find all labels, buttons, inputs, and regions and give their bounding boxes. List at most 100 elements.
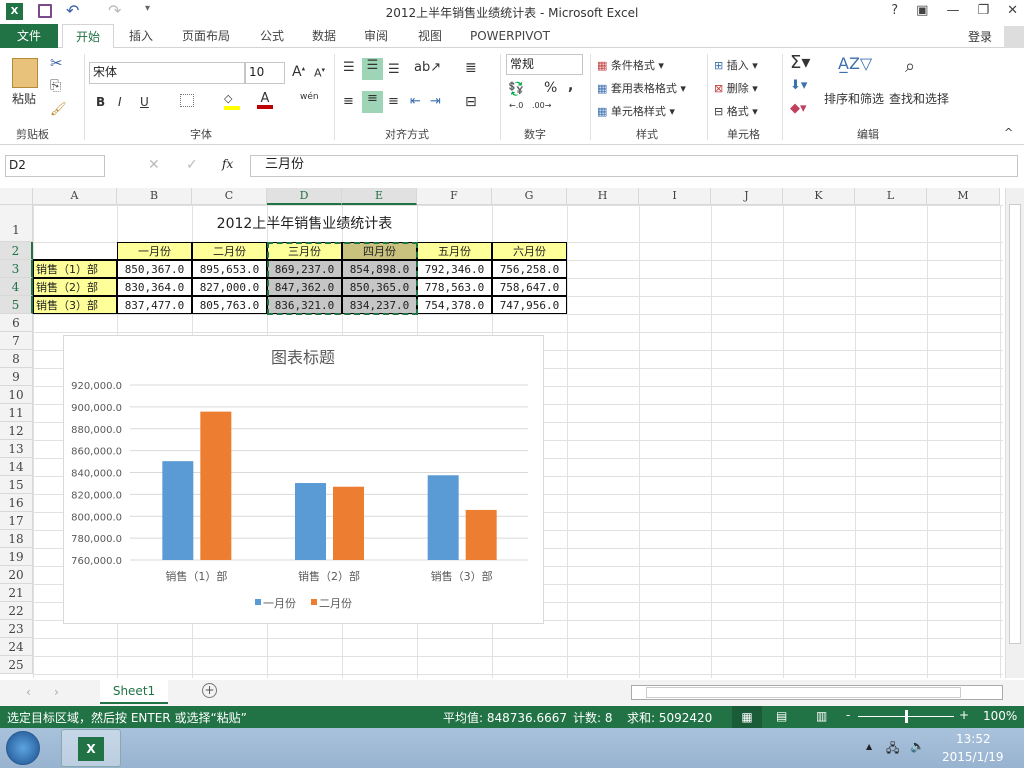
row-header-5[interactable]: 5	[0, 296, 33, 314]
row-header-6[interactable]: 6	[0, 314, 33, 332]
table-cell[interactable]: 778,563.0	[417, 278, 492, 296]
align-left-icon[interactable]: ≡	[343, 94, 354, 109]
cut-icon[interactable]: ✂	[50, 54, 63, 72]
bold-button[interactable]: B	[96, 95, 105, 109]
row-header-25[interactable]: 25	[0, 656, 33, 674]
table-cell[interactable]: 754,378.0	[417, 296, 492, 314]
empty-header-cell[interactable]	[33, 242, 117, 260]
column-header-I[interactable]: I	[639, 188, 711, 205]
row-header-11[interactable]: 11	[0, 404, 33, 422]
column-header-G[interactable]: G	[492, 188, 567, 205]
row-header-1[interactable]: 1	[0, 205, 33, 242]
tray-expand-icon[interactable]: ▲	[866, 742, 872, 751]
tab-home[interactable]: 开始	[62, 24, 114, 49]
minimize-button[interactable]: —	[946, 3, 959, 18]
row-header-16[interactable]: 16	[0, 494, 33, 512]
table-cell[interactable]: 837,477.0	[117, 296, 192, 314]
table-cell[interactable]: 895,653.0	[192, 260, 267, 278]
table-cell[interactable]: 850,367.0	[117, 260, 192, 278]
select-all-corner[interactable]	[0, 188, 33, 205]
collapse-ribbon-icon[interactable]: ^	[1004, 126, 1013, 139]
network-icon[interactable]: 🖧	[886, 739, 899, 760]
underline-button[interactable]: U	[140, 95, 149, 109]
align-top-icon[interactable]: ☰	[343, 60, 355, 75]
column-label-cell[interactable]: 五月份	[417, 242, 492, 260]
row-header-18[interactable]: 18	[0, 530, 33, 548]
formula-input[interactable]: 三月份	[250, 155, 1018, 177]
font-name-select[interactable]: 宋体	[89, 62, 245, 84]
column-header-L[interactable]: L	[855, 188, 927, 205]
copy-icon[interactable]: ⎘	[50, 78, 61, 94]
align-center-icon[interactable]: ≡	[362, 91, 383, 113]
paste-icon[interactable]	[12, 58, 38, 88]
tab-tab-2[interactable]: 插入	[116, 24, 166, 48]
format-as-table-button[interactable]: ▦ 套用表格格式 ▾	[597, 80, 686, 96]
accounting-format-icon[interactable]: 💱	[508, 82, 524, 97]
sheet-tab-sheet1[interactable]: Sheet1	[100, 680, 168, 704]
column-header-C[interactable]: C	[192, 188, 267, 205]
fill-color-icon[interactable]: ◇	[224, 92, 240, 110]
dept-label-cell[interactable]: 销售（1）部	[33, 260, 117, 278]
name-box[interactable]: D2	[5, 155, 105, 177]
enter-icon[interactable]: ✓	[186, 157, 198, 173]
phonetic-button[interactable]: wén	[300, 92, 319, 102]
decrease-decimal-icon[interactable]: .00→	[532, 101, 551, 110]
clock-time[interactable]: 13:52	[956, 732, 991, 746]
delete-cells-button[interactable]: ⊠ 删除 ▾	[714, 80, 758, 96]
table-cell[interactable]: 756,258.0	[492, 260, 567, 278]
close-button[interactable]: ✕	[1007, 3, 1018, 18]
table-cell[interactable]: 792,346.0	[417, 260, 492, 278]
tab-tab-3[interactable]: 页面布局	[170, 24, 242, 48]
vertical-scrollbar[interactable]	[1005, 188, 1024, 678]
tab-file[interactable]: 文件	[0, 24, 58, 48]
page-break-view-icon[interactable]: ▥	[816, 709, 827, 723]
row-header-4[interactable]: 4	[0, 278, 33, 296]
merge-center-icon[interactable]: ⊟	[465, 94, 477, 110]
paste-button[interactable]: 粘贴	[12, 90, 36, 107]
borders-icon[interactable]	[180, 94, 194, 107]
clear-icon[interactable]: ◆▾	[790, 101, 807, 116]
insert-function-button[interactable]: fx	[222, 157, 233, 171]
sheet-title[interactable]: 2012上半年销售业绩统计表	[117, 214, 492, 234]
format-painter-icon[interactable]: 🖌	[50, 102, 67, 117]
tab-tab-5[interactable]: 数据	[300, 24, 348, 48]
row-header-10[interactable]: 10	[0, 386, 33, 404]
zoom-out-button[interactable]: -	[846, 708, 850, 722]
row-header-15[interactable]: 15	[0, 476, 33, 494]
user-avatar[interactable]	[1004, 26, 1024, 48]
column-header-M[interactable]: M	[927, 188, 1000, 205]
fill-icon[interactable]: ⬇▾	[790, 78, 807, 93]
table-cell[interactable]: 758,647.0	[492, 278, 567, 296]
column-header-E[interactable]: E	[342, 188, 417, 205]
increase-decimal-icon[interactable]: ←.0	[509, 101, 523, 110]
font-size-select[interactable]: 10	[245, 62, 285, 84]
align-right-icon[interactable]: ≡	[388, 94, 399, 109]
align-middle-icon[interactable]: ☰	[362, 58, 383, 80]
row-header-2[interactable]: 2	[0, 242, 33, 260]
column-header-F[interactable]: F	[417, 188, 492, 205]
row-header-23[interactable]: 23	[0, 620, 33, 638]
row-header-8[interactable]: 8	[0, 350, 33, 368]
scroll-sheets-right-icon[interactable]: ›	[54, 685, 59, 699]
login-link[interactable]: 登录	[968, 28, 992, 45]
column-header-H[interactable]: H	[567, 188, 639, 205]
horizontal-scrollbar[interactable]	[631, 685, 1003, 700]
comma-button[interactable]: ,	[568, 78, 573, 94]
row-header-3[interactable]: 3	[0, 260, 33, 278]
row-header-9[interactable]: 9	[0, 368, 33, 386]
italic-button[interactable]: I	[118, 95, 122, 109]
increase-indent-icon[interactable]: ⇥	[430, 94, 441, 109]
column-header-B[interactable]: B	[117, 188, 192, 205]
cell-styles-button[interactable]: ▦ 单元格样式 ▾	[597, 103, 675, 119]
table-cell[interactable]: 747,956.0	[492, 296, 567, 314]
font-color-icon[interactable]: A	[257, 91, 273, 109]
zoom-level[interactable]: 100%	[983, 709, 1017, 723]
clock-date[interactable]: 2015/1/19	[942, 750, 1004, 764]
column-label-cell[interactable]: 一月份	[117, 242, 192, 260]
tab-tab-6[interactable]: 审阅	[352, 24, 400, 48]
align-bottom-icon[interactable]: ☰	[388, 62, 400, 77]
scroll-sheets-left-icon[interactable]: ‹	[26, 685, 31, 699]
number-format-select[interactable]: 常规	[506, 54, 583, 75]
dept-label-cell[interactable]: 销售（2）部	[33, 278, 117, 296]
orientation-icon[interactable]: ab↗	[414, 60, 441, 75]
